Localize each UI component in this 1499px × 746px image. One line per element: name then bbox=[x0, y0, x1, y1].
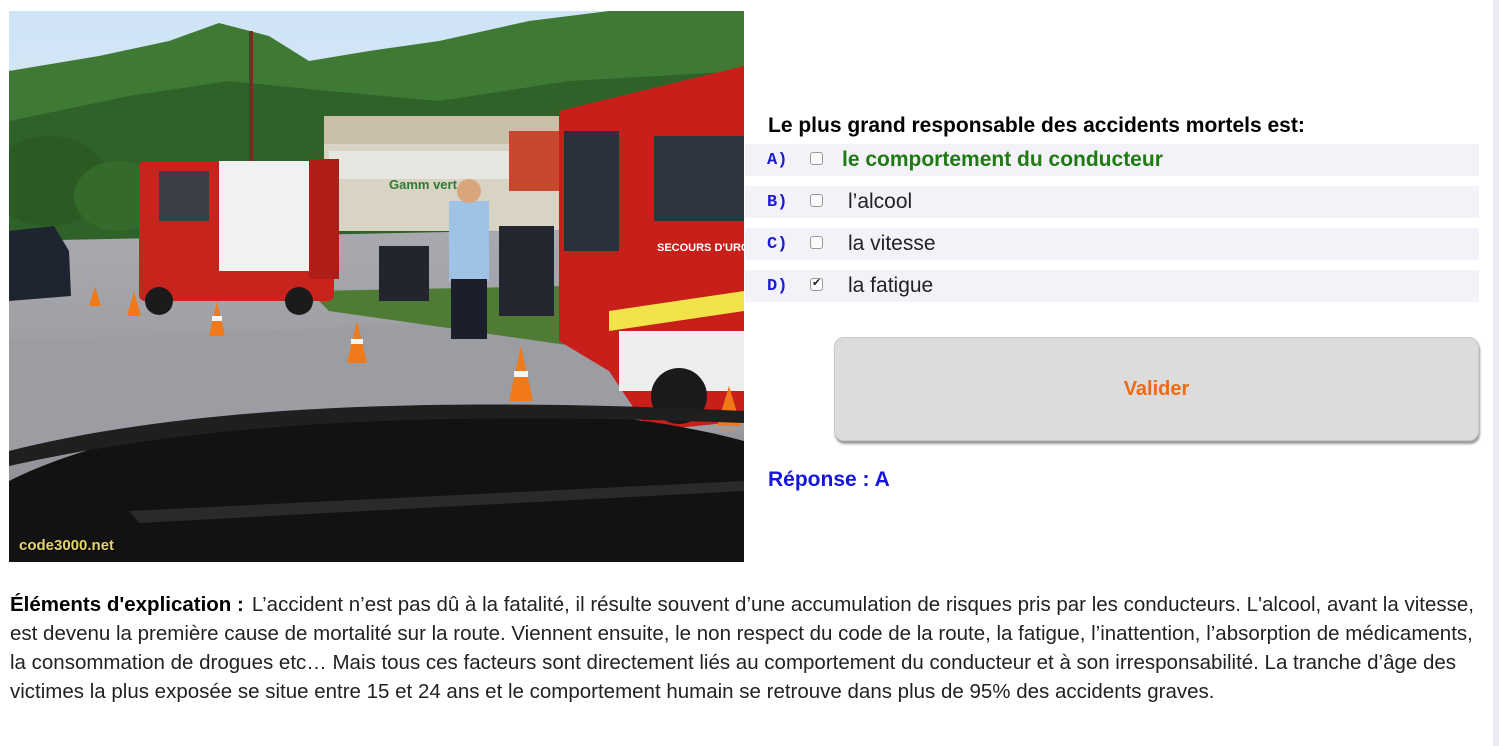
option-letter: D) bbox=[767, 276, 788, 296]
option-letter: C) bbox=[767, 234, 788, 254]
watermark-text: code3000.net bbox=[19, 537, 115, 554]
option-b[interactable]: B) l’alcool bbox=[745, 186, 1479, 218]
quiz-page: Gamm vert SECOURS D'UR code3000.net Le p… bbox=[0, 0, 1499, 746]
answer-text: Réponse : A bbox=[768, 468, 890, 491]
validate-button[interactable]: Valider bbox=[834, 337, 1479, 441]
option-c[interactable]: C) la vitesse bbox=[745, 228, 1479, 260]
scrollbar-track[interactable] bbox=[1493, 0, 1499, 746]
explanation-title: Éléments d'explication : bbox=[10, 593, 244, 616]
option-letter: B) bbox=[767, 192, 788, 212]
option-d-checkbox[interactable] bbox=[810, 276, 823, 291]
option-b-checkbox[interactable] bbox=[810, 194, 823, 207]
option-d[interactable]: D) la fatigue bbox=[745, 270, 1479, 302]
shop-sign-text: Gamm vert bbox=[389, 177, 458, 192]
question-text: Le plus grand responsable des accidents … bbox=[768, 114, 1305, 137]
option-label: la fatigue bbox=[848, 274, 934, 297]
explanation-block: Éléments d'explication : L’accident n’est… bbox=[10, 590, 1480, 706]
option-label: la vitesse bbox=[848, 232, 936, 255]
option-label: le comportement du conducteur bbox=[842, 148, 1163, 171]
accident-scene-photo: Gamm vert SECOURS D'UR code3000.net bbox=[9, 11, 744, 562]
option-label: l’alcool bbox=[848, 190, 913, 213]
option-letter: A) bbox=[767, 150, 788, 170]
option-a[interactable]: A) le comportement du conducteur bbox=[745, 144, 1479, 176]
option-c-checkbox[interactable] bbox=[810, 236, 823, 249]
option-a-checkbox[interactable] bbox=[810, 152, 823, 165]
truck-label-text: SECOURS D'URGENCE bbox=[657, 242, 744, 254]
